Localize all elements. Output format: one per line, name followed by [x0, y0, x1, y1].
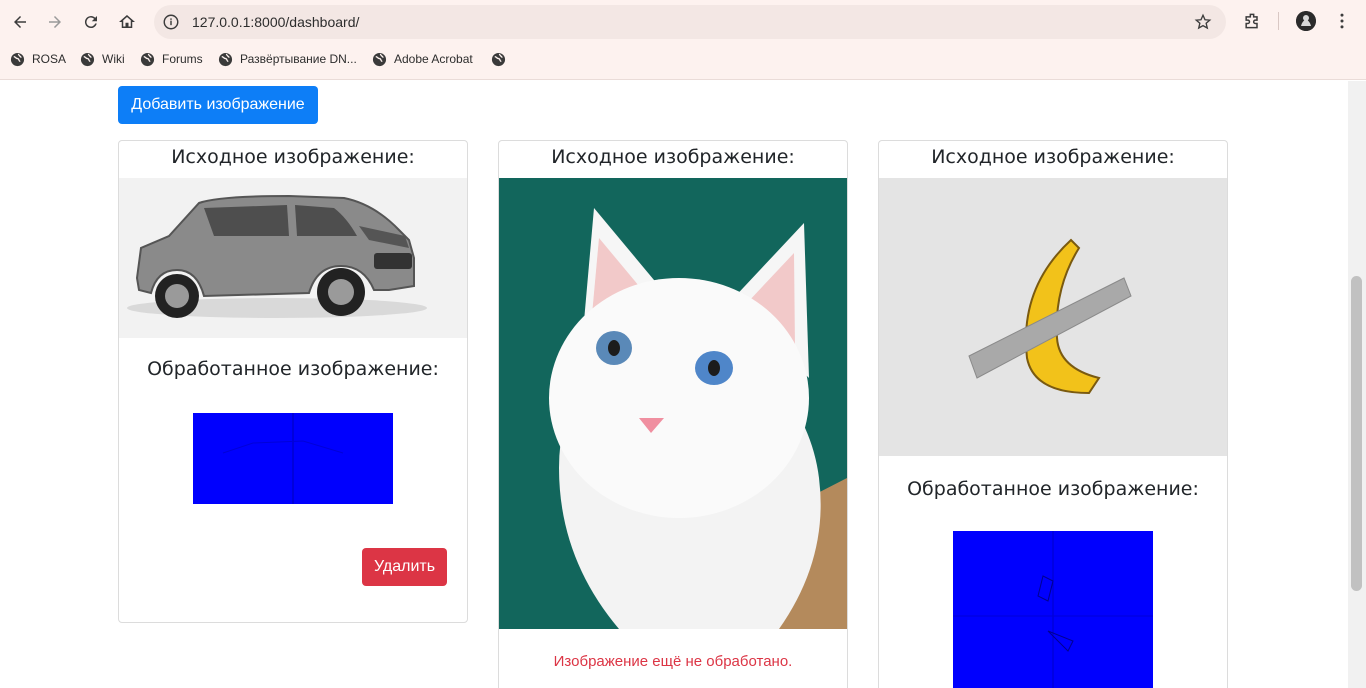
original-image-car	[119, 178, 467, 338]
image-card-banana: Исходное изображение: Обработанное изобр…	[878, 140, 1228, 688]
add-image-button[interactable]: Добавить изображение	[118, 86, 318, 124]
extensions-icon[interactable]	[1242, 11, 1262, 31]
processed-image-title: Обработанное изображение:	[907, 478, 1199, 500]
home-icon[interactable]	[114, 9, 140, 35]
bookmark-unnamed[interactable]	[491, 48, 513, 70]
menu-kebab-icon[interactable]	[1332, 11, 1352, 31]
bookmark-wiki[interactable]: Wiki	[80, 48, 125, 70]
original-image-title: Исходное изображение:	[171, 146, 415, 168]
delete-button[interactable]: Удалить	[362, 548, 447, 586]
globe-icon	[140, 52, 155, 66]
processed-image-car	[193, 413, 393, 504]
bookmark-forums[interactable]: Forums	[140, 48, 203, 70]
dashboard-page: Добавить изображение Исходное изображени…	[0, 81, 1348, 688]
globe-icon	[10, 52, 25, 66]
back-icon[interactable]	[7, 9, 33, 35]
bookmark-rosa[interactable]: ROSA	[10, 48, 66, 70]
image-card-car: Исходное изображение: Обработанное изобр…	[118, 140, 468, 623]
original-image-title: Исходное изображение:	[931, 146, 1175, 168]
url-text: 127.0.0.1:8000/dashboard/	[192, 14, 360, 30]
page-scrollbar[interactable]	[1348, 81, 1366, 688]
original-image-title: Исходное изображение:	[551, 146, 795, 168]
original-image-banana	[879, 178, 1227, 456]
globe-icon	[372, 52, 387, 66]
globe-icon	[491, 52, 506, 66]
image-card-cat: Исходное изображение: Изображение ещё не…	[498, 140, 848, 688]
reload-icon[interactable]	[78, 9, 104, 35]
bookmark-adobe-acrobat[interactable]: Adobe Acrobat	[372, 48, 473, 70]
bookmark-star-icon[interactable]	[1194, 13, 1212, 31]
browser-toolbar: 127.0.0.1:8000/dashboard/ ROSA Wiki Foru…	[0, 0, 1366, 80]
forward-icon[interactable]	[42, 9, 68, 35]
original-image-cat	[499, 178, 847, 629]
toolbar-separator	[1278, 12, 1279, 30]
bookmarks-bar: ROSA Wiki Forums Развёртывание DN... Ado…	[0, 48, 1366, 70]
not-processed-message: Изображение ещё не обработано.	[553, 653, 793, 670]
site-info-icon[interactable]	[162, 13, 180, 31]
processed-image-banana	[953, 531, 1153, 688]
bookmark-dn-deploy[interactable]: Развёртывание DN...	[218, 48, 357, 70]
globe-icon	[80, 52, 95, 66]
scrollbar-thumb[interactable]	[1351, 276, 1362, 591]
profile-avatar[interactable]	[1296, 11, 1316, 31]
processed-image-title: Обработанное изображение:	[147, 358, 439, 380]
address-bar[interactable]: 127.0.0.1:8000/dashboard/	[154, 5, 1226, 39]
globe-icon	[218, 52, 233, 66]
